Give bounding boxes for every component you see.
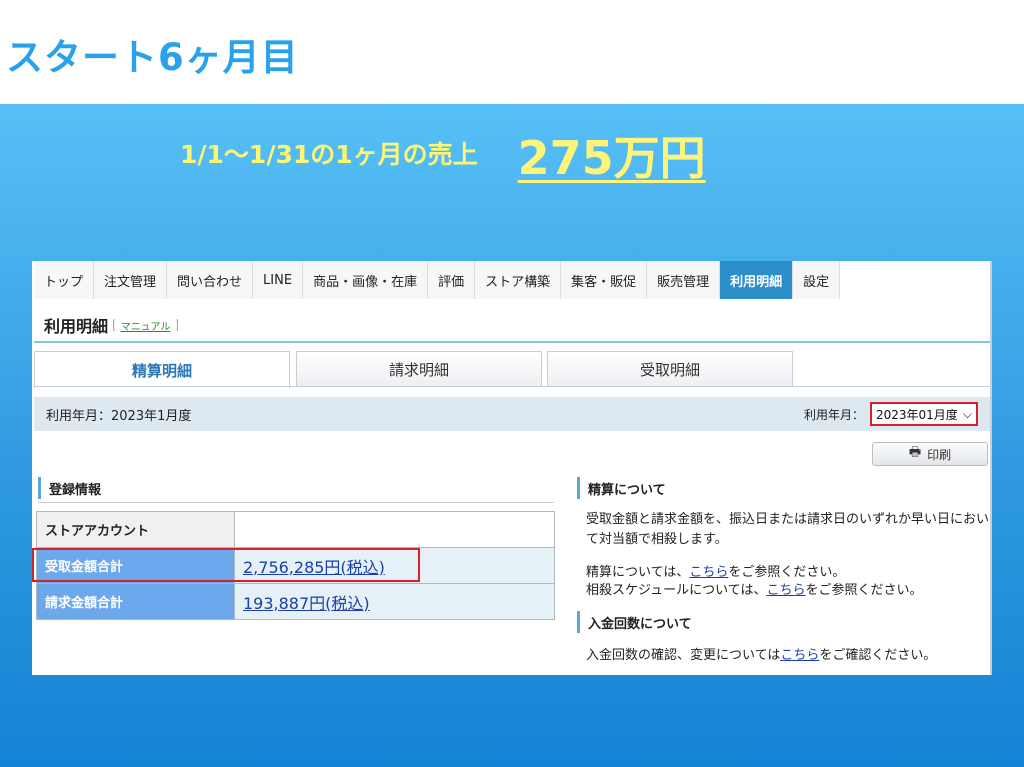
tabs-baseline <box>34 386 990 387</box>
received-total-label: 受取金額合計 <box>36 547 235 584</box>
ref1-text: 精算については、 <box>586 565 690 580</box>
tab-billing[interactable]: 請求明細 <box>296 351 542 387</box>
nav-item-promotion[interactable]: 集客・販促 <box>561 261 648 299</box>
usage-statement-screenshot: トップ 注文管理 問い合わせ LINE 商品・画像・在庫 評価 ストア構築 集客… <box>32 261 992 675</box>
registration-divider <box>38 502 554 503</box>
nav-item-store-build[interactable]: ストア構築 <box>475 261 562 299</box>
month-select[interactable]: 2023年01月度 ⌵ <box>870 402 978 426</box>
deposit-text: 入金回数の確認、変更については <box>586 648 781 663</box>
ref1-suffix: をご参照ください。 <box>728 565 846 580</box>
tab-settlement[interactable]: 精算明細 <box>34 351 290 388</box>
page-title-row: 利用明細 [ マニュアル ] <box>44 311 183 339</box>
headline-rest: の1ヶ月の売上 <box>310 140 478 169</box>
nav-item-reviews[interactable]: 評価 <box>428 261 476 299</box>
month-selector-group: 利用年月： 2023年01月度 ⌵ <box>804 402 978 426</box>
nav-item-top[interactable]: トップ <box>34 261 95 299</box>
tab-receipt[interactable]: 受取明細 <box>547 351 793 387</box>
statement-tabs: 精算明細 請求明細 受取明細 <box>34 351 990 388</box>
table-row: ストアアカウント <box>36 511 555 548</box>
billing-total-cell: 193,887円(税込) <box>234 583 555 620</box>
settlement-ref-line: 精算については、こちらをご参照ください。 <box>586 564 992 582</box>
billing-total-link[interactable]: 193,887円(税込) <box>243 594 370 613</box>
headline-amount: 275万円 <box>517 131 706 185</box>
printer-icon: 🖶 <box>908 445 922 460</box>
nav-item-settings[interactable]: 設定 <box>793 261 841 299</box>
headline-dates: 1/1〜1/31 <box>180 140 311 169</box>
chevron-down-icon: ⌵ <box>962 406 972 421</box>
nav-item-products[interactable]: 商品・画像・在庫 <box>303 261 429 299</box>
settlement-description: 受取金額と請求金額を、振込日または請求日のいずれか早い日において対当額で相殺しま… <box>586 512 990 547</box>
deposit-suffix: をご確認ください。 <box>819 648 937 663</box>
nav-item-inquiries[interactable]: 問い合わせ <box>167 261 254 299</box>
store-account-label: ストアアカウント <box>36 511 235 548</box>
deposit-heading: 入金回数について <box>577 611 692 633</box>
settlement-heading: 精算について <box>577 477 666 499</box>
schedule-ref-line: 相殺スケジュールについては、こちらをご参照ください。 <box>586 582 992 600</box>
print-button-label: 印刷 <box>927 447 952 462</box>
deposit-description: 入金回数の確認、変更についてはこちらをご確認ください。 <box>586 644 992 663</box>
nav-item-orders[interactable]: 注文管理 <box>94 261 168 299</box>
page-title: 利用明細 <box>44 317 109 336</box>
registration-heading: 登録情報 <box>38 477 101 499</box>
nav-item-usage-statement[interactable]: 利用明細 <box>720 261 794 299</box>
month-select-value: 2023年01月度 <box>876 407 958 422</box>
sales-headline: 1/1〜1/31の1ヶ月の売上 275万円 <box>180 120 706 190</box>
usage-period-bar: 利用年月：2023年1月度 利用年月： 2023年01月度 ⌵ <box>34 397 990 431</box>
bracket-close: ] <box>174 318 180 332</box>
deposit-link[interactable]: こちら <box>780 648 819 663</box>
manual-link[interactable]: マニュアル <box>121 318 171 333</box>
headline-text: 1/1〜1/31の1ヶ月の売上 <box>180 120 478 190</box>
table-row: 受取金額合計 2,756,285円(税込) <box>36 547 555 584</box>
received-total-cell: 2,756,285円(税込) <box>234 547 555 584</box>
title-divider <box>34 341 990 343</box>
settlement-link[interactable]: こちら <box>689 565 728 580</box>
received-total-link[interactable]: 2,756,285円(税込) <box>243 558 385 577</box>
top-navigation: トップ 注文管理 問い合わせ LINE 商品・画像・在庫 評価 ストア構築 集客… <box>34 261 841 299</box>
ref2-text: 相殺スケジュールについては、 <box>586 583 767 598</box>
schedule-link[interactable]: こちら <box>766 583 805 598</box>
slide-title: スタート6ヶ月目 <box>6 36 299 79</box>
registration-table: ストアアカウント 受取金額合計 2,756,285円(税込) 請求金額合計 19… <box>36 511 555 620</box>
billing-total-label: 請求金額合計 <box>36 583 235 620</box>
bracket-open: [ <box>112 318 117 332</box>
table-row: 請求金額合計 193,887円(税込) <box>36 583 555 620</box>
nav-item-line[interactable]: LINE <box>253 261 304 299</box>
usage-period-text: 利用年月：2023年1月度 <box>46 408 192 424</box>
store-account-value <box>234 511 555 548</box>
ref2-suffix: をご参照ください。 <box>805 583 923 598</box>
print-button[interactable]: 🖶 印刷 <box>872 442 988 466</box>
month-select-label: 利用年月： <box>803 407 864 422</box>
nav-item-sales[interactable]: 販売管理 <box>647 261 721 299</box>
settlement-references: 精算については、こちらをご参照ください。 相殺スケジュールについては、こちらをご… <box>586 564 992 600</box>
